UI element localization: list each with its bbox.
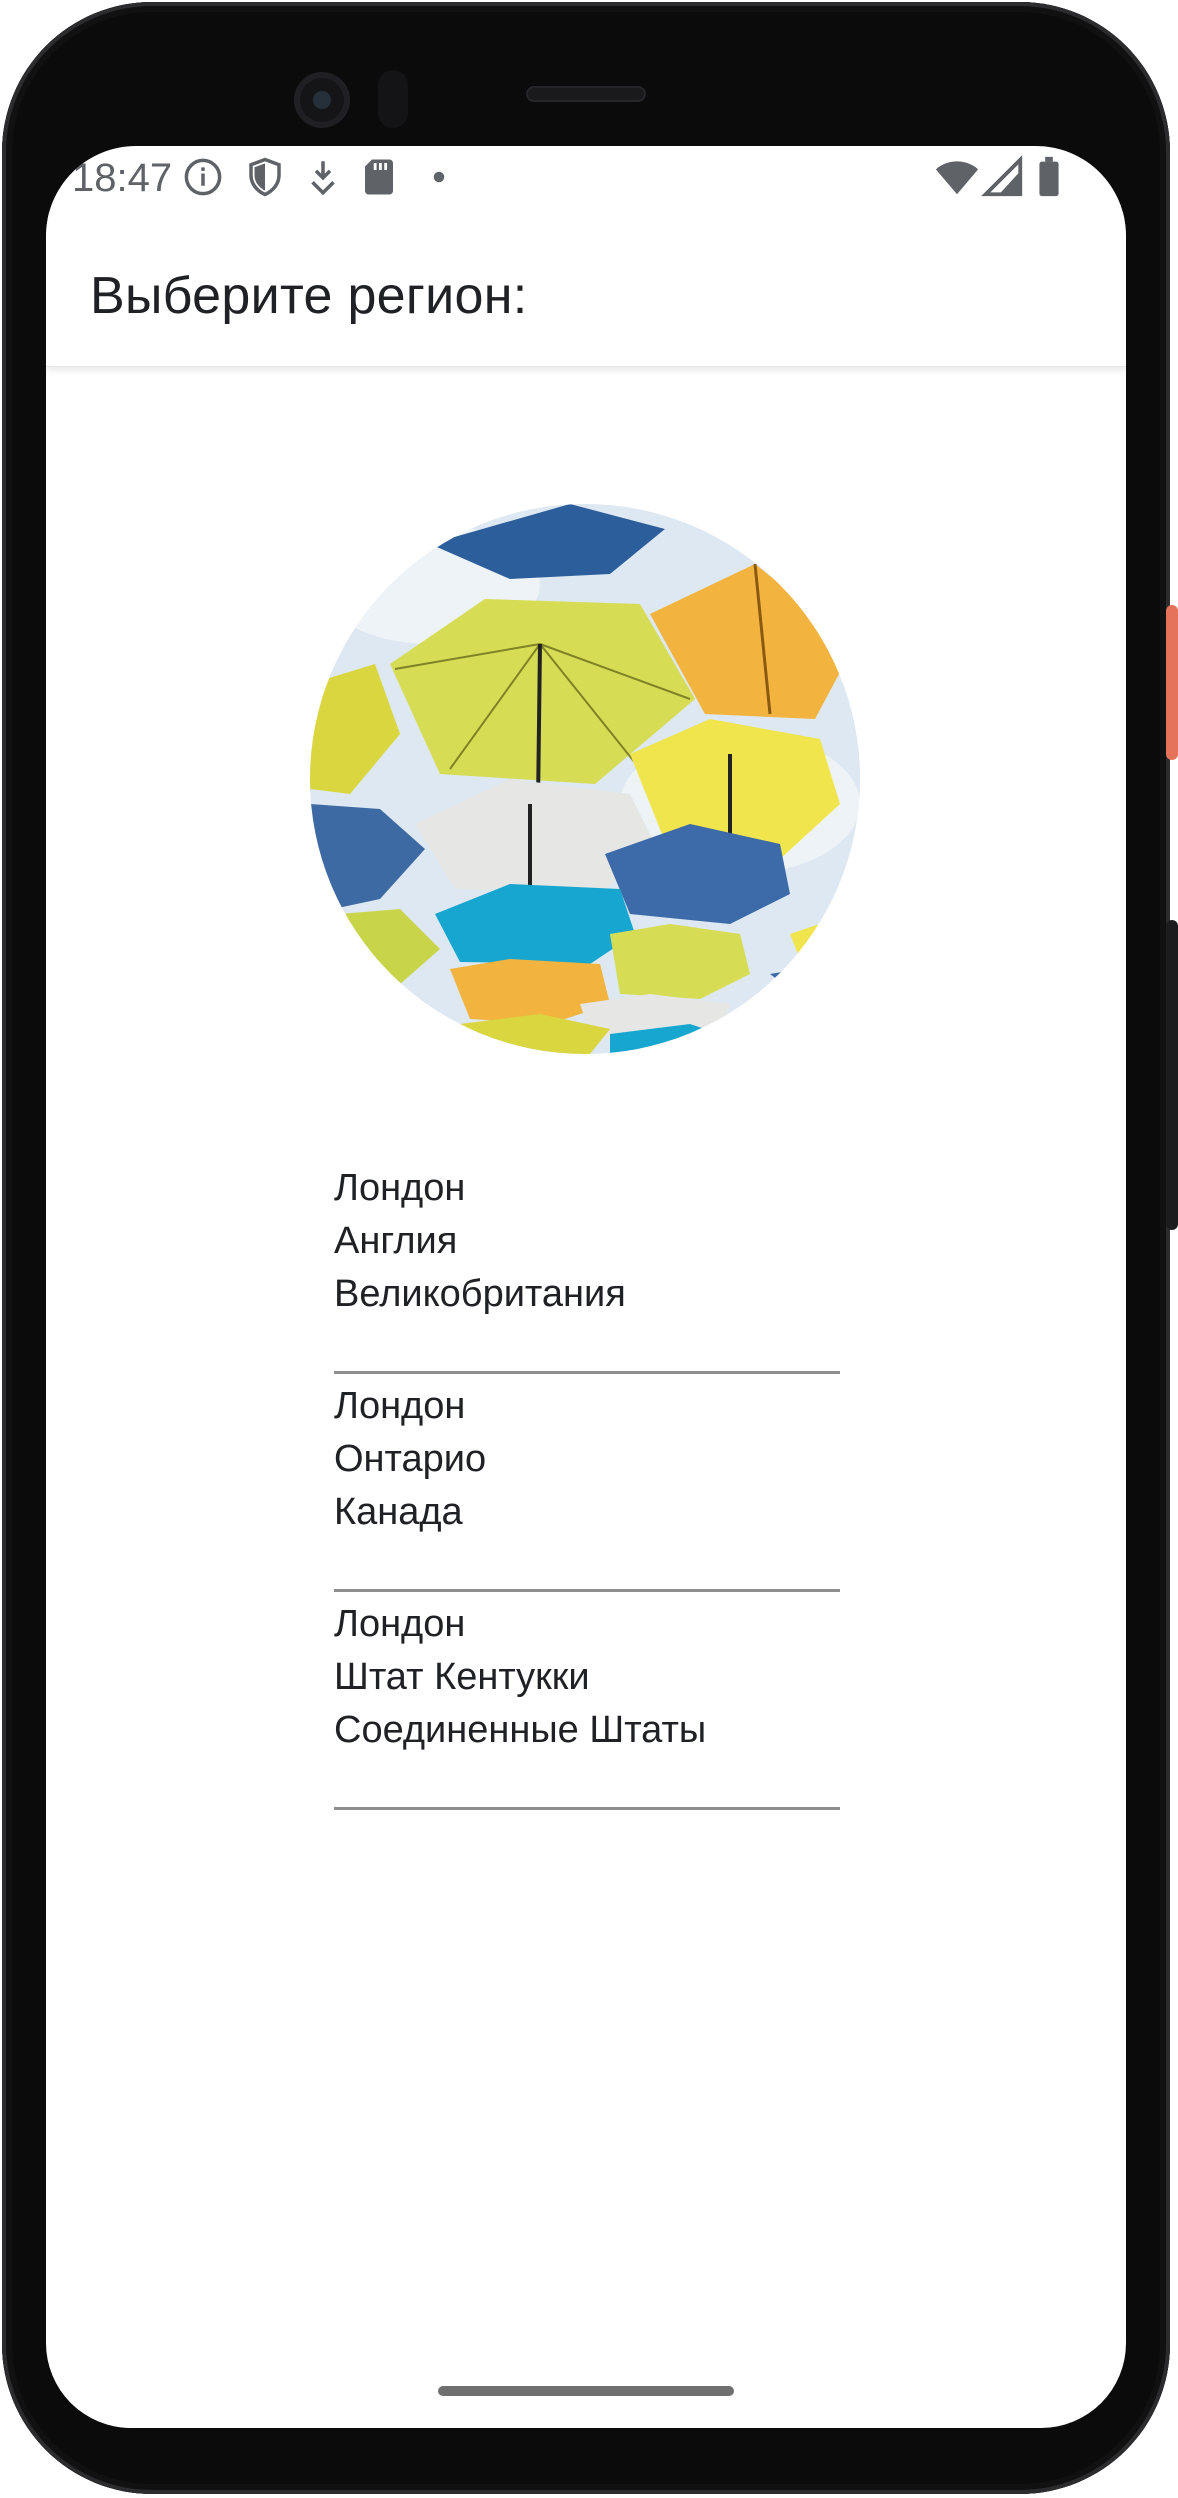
battery-icon <box>1039 156 1059 197</box>
region-city: Лондон <box>334 1385 466 1427</box>
region-country: Канада <box>334 1491 463 1533</box>
power-button <box>1166 605 1178 760</box>
region-list: Лондон Англия Великобритания Лондон Онта… <box>334 1156 840 1810</box>
region-country: Соединенные Штаты <box>334 1709 707 1751</box>
wifi-icon <box>935 161 979 195</box>
region-country: Великобритания <box>334 1273 626 1315</box>
umbrellas-illustration <box>310 504 860 1054</box>
dot-icon <box>433 171 445 183</box>
signal-icon <box>981 155 1023 197</box>
region-item[interactable]: Лондон Англия Великобритания <box>334 1156 840 1374</box>
region-city: Лондон <box>334 1167 466 1209</box>
status-time: 18:47 <box>72 156 173 200</box>
front-camera <box>294 72 350 128</box>
region-item[interactable]: Лондон Штат Кентукки Соединенные Штаты <box>334 1592 840 1810</box>
shield-icon <box>249 157 281 197</box>
proximity-sensor <box>378 70 408 128</box>
region-city: Лондон <box>334 1603 466 1645</box>
volume-button <box>1166 920 1178 1230</box>
earpiece-speaker <box>526 86 646 102</box>
app-bar: Выберите регион: <box>46 212 1126 367</box>
page-title: Выберите регион: <box>90 267 528 325</box>
umbrellas-image <box>310 504 860 1054</box>
region-state: Онтарио <box>334 1438 487 1480</box>
status-bar: 18:47 <box>46 146 1126 212</box>
region-item[interactable]: Лондон Онтарио Канада <box>334 1374 840 1592</box>
download-icon <box>311 161 335 196</box>
info-icon <box>184 158 222 196</box>
region-state: Штат Кентукки <box>334 1656 590 1698</box>
region-state: Англия <box>334 1220 458 1262</box>
screen: 18:47 Выберите регион: Лондон Англия Вел… <box>46 146 1126 2428</box>
home-indicator[interactable] <box>438 2386 734 2396</box>
sd-card-icon <box>365 159 393 195</box>
